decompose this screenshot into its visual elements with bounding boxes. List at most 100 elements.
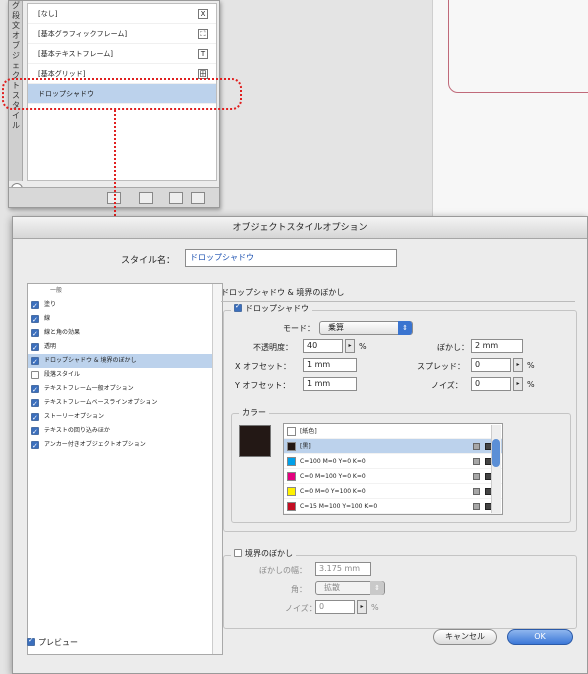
section-divider <box>221 301 575 302</box>
no-edit-icon <box>473 443 480 450</box>
checkbox[interactable] <box>31 383 39 397</box>
style-item-label: [基本グラフィックフレーム] <box>38 30 128 38</box>
style-item-basic-text-frame[interactable]: [基本テキストフレーム] T <box>28 44 216 64</box>
tab-char[interactable]: ブ <box>9 41 23 51</box>
spread-unit: % <box>527 361 535 370</box>
category-label: 塗り <box>44 301 57 308</box>
category-story[interactable]: ストーリーオプション <box>28 410 222 425</box>
feather-width-label: ぼかしの幅： <box>259 566 307 575</box>
spread-stepper-icon[interactable]: ▸ <box>513 358 523 372</box>
tab-char[interactable]: グ <box>9 1 23 11</box>
opacity-input[interactable]: 40 <box>303 339 343 353</box>
checkbox[interactable] <box>31 313 39 327</box>
swatch-row[interactable]: C=100 M=0 Y=0 K=0 <box>284 454 502 469</box>
tab-char[interactable]: イ <box>9 111 23 121</box>
category-label: テキストフレームベースラインオプション <box>44 399 158 406</box>
feather-checkbox[interactable] <box>234 549 242 557</box>
feather-noise-input[interactable]: 0 <box>315 600 355 614</box>
style-item-label: [基本テキストフレーム] <box>38 50 114 58</box>
checkbox[interactable] <box>31 439 39 453</box>
category-fill[interactable]: 塗り <box>28 298 222 313</box>
process-icon <box>473 503 480 510</box>
category-label: ストーリーオプション <box>44 413 105 420</box>
process-icon <box>473 488 480 495</box>
noise-input[interactable]: 0 <box>471 377 511 391</box>
swatch-row[interactable]: [紙色] <box>284 424 502 439</box>
blur-input[interactable]: 2 mm <box>471 339 523 353</box>
tab-char[interactable]: オ <box>9 31 23 41</box>
y-offset-input[interactable]: 1 mm <box>303 377 357 391</box>
swatch-row[interactable]: C=0 M=100 Y=0 K=0 <box>284 469 502 484</box>
tab-char[interactable]: ェ <box>9 61 23 71</box>
checkbox[interactable] <box>31 327 39 341</box>
preview-toggle[interactable]: プレビュー <box>27 636 78 648</box>
x-offset-input[interactable]: 1 mm <box>303 358 357 372</box>
spread-input[interactable]: 0 <box>471 358 511 372</box>
style-item-none[interactable]: [なし] X <box>28 4 216 24</box>
opacity-stepper-icon[interactable]: ▸ <box>345 339 355 353</box>
ok-button[interactable]: OK <box>507 629 573 645</box>
preview-checkbox[interactable] <box>27 636 35 646</box>
style-item-label: [基本グリッド] <box>38 70 86 78</box>
swatch-label: C=100 M=0 Y=0 K=0 <box>300 458 366 465</box>
style-name-label: スタイル名： <box>121 256 176 266</box>
text-frame-icon: T <box>198 49 208 59</box>
checkbox[interactable] <box>31 355 39 369</box>
spread-label: スプレッド： <box>417 362 465 371</box>
category-scrollbar[interactable] <box>212 284 222 654</box>
tab-char[interactable]: 段 <box>9 11 23 21</box>
noise-stepper-icon[interactable]: ▸ <box>513 377 523 391</box>
checkbox[interactable] <box>31 397 39 411</box>
updown-arrow-icon: ⇕ <box>370 581 384 595</box>
tab-char[interactable]: ル <box>9 121 23 131</box>
checkbox[interactable] <box>31 411 39 425</box>
checkbox[interactable] <box>31 425 39 439</box>
checkbox[interactable] <box>31 299 39 313</box>
swatch-row[interactable]: [黒] <box>284 439 502 454</box>
updown-arrow-icon: ⇕ <box>398 321 412 335</box>
feather-noise-stepper-icon[interactable]: ▸ <box>357 600 367 614</box>
process-icon <box>473 473 480 480</box>
category-group-general[interactable]: 一般 <box>28 284 222 298</box>
style-item-basic-graphic-frame[interactable]: [基本グラフィックフレーム] ⛶ <box>28 24 216 44</box>
swatch-chip <box>287 427 296 436</box>
drop-shadow-checkbox[interactable] <box>234 302 242 312</box>
corner-select[interactable]: 拡散 ⇕ <box>315 581 385 595</box>
style-name-input[interactable]: ドロップシャドウ <box>185 249 397 267</box>
x-offset-label: X オフセット： <box>235 362 292 371</box>
mode-label: モード： <box>283 324 315 333</box>
trash-icon[interactable] <box>191 192 205 204</box>
tab-char[interactable]: 文 <box>9 21 23 31</box>
y-offset-label: Y オフセット： <box>235 381 291 390</box>
category-stroke-corner[interactable]: 線と角の効果 <box>28 326 222 341</box>
swatch-label: [紙色] <box>300 428 317 435</box>
rounded-frame <box>448 0 588 93</box>
drop-shadow-legend[interactable]: ドロップシャドウ <box>231 302 312 314</box>
tab-char[interactable]: ジ <box>9 51 23 61</box>
swatch-row[interactable]: C=15 M=100 Y=100 K=0 <box>284 499 502 514</box>
swatch-row[interactable]: C=0 M=0 Y=100 K=0 <box>284 484 502 499</box>
feather-legend[interactable]: 境界のぼかし <box>231 548 296 559</box>
style-item-label: [なし] <box>38 10 58 18</box>
category-text-frame-baseline[interactable]: テキストフレームベースラインオプション <box>28 396 222 411</box>
category-transparency[interactable]: 透明 <box>28 340 222 355</box>
category-anchored-object[interactable]: アンカー付きオブジェクトオプション <box>28 438 222 453</box>
checkbox[interactable] <box>31 341 39 355</box>
mode-select[interactable]: 乗算 ⇕ <box>319 321 413 335</box>
category-stroke[interactable]: 線 <box>28 312 222 327</box>
category-drop-shadow[interactable]: ドロップシャドウ & 境界のぼかし <box>28 354 222 369</box>
category-paragraph-style[interactable]: 段落スタイル <box>28 368 222 382</box>
feather-width-input[interactable]: 3.175 mm <box>315 562 371 576</box>
swatch-label: C=0 M=100 Y=0 K=0 <box>300 473 366 480</box>
dialog-title: オブジェクトスタイルオプション <box>13 217 587 239</box>
swatch-label: C=0 M=0 Y=100 K=0 <box>300 488 366 495</box>
blur-label: ぼかし： <box>437 343 469 352</box>
swatch-scroll-thumb[interactable] <box>492 439 500 467</box>
category-text-wrap[interactable]: テキストの回り込みほか <box>28 424 222 439</box>
category-label: テキストフレーム一般オプション <box>44 385 134 392</box>
new-style-icon[interactable] <box>169 192 183 204</box>
clear-attributes-icon[interactable] <box>139 192 153 204</box>
category-text-frame-general[interactable]: テキストフレーム一般オプション <box>28 382 222 397</box>
checkbox[interactable] <box>31 371 39 379</box>
cancel-button[interactable]: キャンセル <box>433 629 497 645</box>
